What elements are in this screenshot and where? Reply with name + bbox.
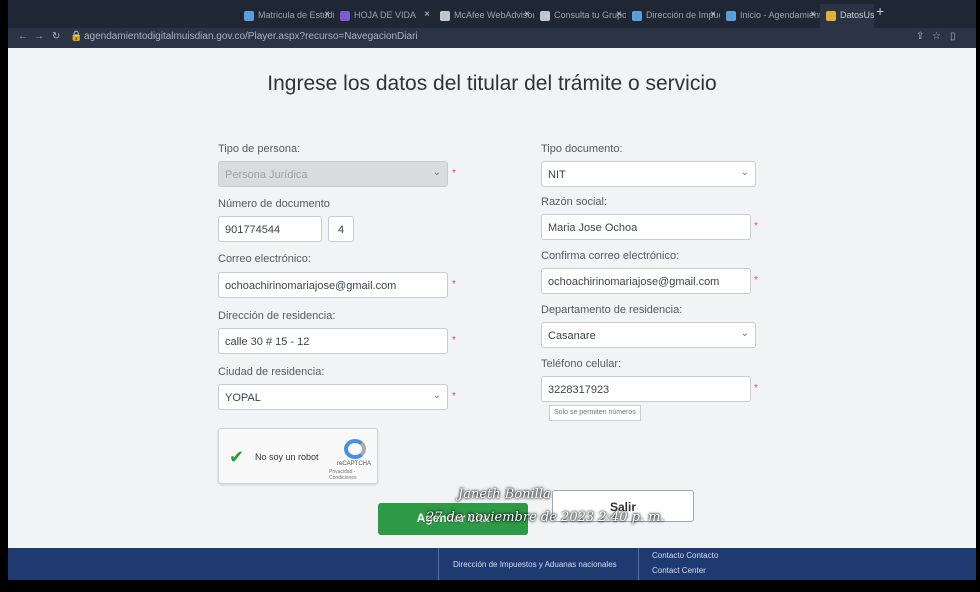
confirma-correo-label: Confirma correo electrónico: — [541, 250, 680, 262]
required-mark: * — [452, 335, 456, 346]
confirma-correo-input[interactable]: ochoachirinomariajose@gmail.com — [541, 268, 751, 294]
required-mark: * — [452, 168, 456, 179]
close-tab-icon[interactable]: × — [324, 9, 330, 20]
razon-social-label: Razón social: — [541, 196, 608, 208]
telefono-label: Teléfono celular: — [541, 358, 622, 370]
back-arrow-icon[interactable]: ← — [18, 31, 28, 42]
numero-documento-label: Número de documento — [218, 198, 330, 210]
direccion-input[interactable]: calle 30 # 15 - 12 — [218, 328, 448, 354]
site-footer: Dirección de Impuestos y Aduanas naciona… — [8, 548, 976, 580]
digito-verificacion-input[interactable]: 4 — [328, 216, 354, 242]
tab-consulta-grupo[interactable]: Consulta tu Grupo Sis× — [534, 4, 626, 28]
bookmark-star-icon[interactable]: ☆ — [932, 31, 941, 42]
razon-social-input[interactable]: Maria Jose Ochoa — [541, 214, 751, 240]
address-bar[interactable]: ← → ↻ 🔒 agendamientodigitalmuisdian.gov.… — [8, 28, 976, 48]
url-text[interactable]: agendamientodigitalmuisdian.gov.co/Playe… — [84, 31, 418, 42]
correo-input[interactable]: ochoachirinomariajose@gmail.com — [218, 272, 448, 298]
ciudad-select[interactable]: YOPAL ⌄ — [218, 384, 448, 410]
checkmark-icon[interactable]: ✔ — [229, 447, 244, 468]
tab-favicon-icon — [826, 11, 836, 21]
tab-mcafee[interactable]: McAfee WebAdvisor × — [434, 4, 534, 28]
forward-arrow-icon[interactable]: → — [34, 31, 44, 42]
tab-favicon-icon — [244, 11, 254, 21]
tab-favicon-icon — [440, 11, 450, 21]
chevron-down-icon: ⌄ — [740, 328, 749, 339]
chevron-down-icon: ⌄ — [432, 390, 441, 401]
tab-favicon-icon — [340, 11, 350, 21]
tab-matricula[interactable]: Matricula de Estudiante× — [238, 4, 334, 28]
share-icon[interactable]: ⇪ — [916, 31, 924, 42]
tipo-persona-select: Persona Jurídica ⌄ — [218, 161, 448, 187]
footer-contact-center-link[interactable]: Contact Center — [652, 566, 706, 575]
tipo-documento-select[interactable]: NIT ⌄ — [541, 161, 756, 187]
side-panel-icon[interactable]: ▯ — [950, 31, 956, 42]
close-tab-icon[interactable]: × — [810, 9, 816, 20]
form-page: Ingrese los datos del titular del trámit… — [8, 48, 976, 548]
tab-favicon-icon — [540, 11, 550, 21]
ciudad-label: Ciudad de residencia: — [218, 366, 325, 378]
close-tab-icon[interactable]: × — [424, 9, 430, 20]
telefono-hint: Solo se permiten números — [549, 405, 641, 421]
tab-favicon-icon — [726, 11, 736, 21]
browser-tab-bar: Matricula de Estudiante× HOJA DE VIDA× M… — [8, 0, 976, 28]
captcha-brand: reCAPTCHA — [337, 461, 372, 467]
footer-divider — [638, 548, 639, 580]
close-tab-icon[interactable]: × — [524, 9, 530, 20]
footer-divider — [438, 548, 439, 580]
footer-dian-link[interactable]: Dirección de Impuestos y Aduanas naciona… — [453, 560, 617, 569]
tipo-persona-label: Tipo de persona: — [218, 143, 301, 155]
departamento-select[interactable]: Casanare ⌄ — [541, 322, 756, 348]
correo-label: Correo electrónico: — [218, 253, 311, 265]
recaptcha-widget: ✔ No soy un robot reCAPTCHA Privacidad -… — [218, 428, 378, 484]
photographed-screen: Matricula de Estudiante× HOJA DE VIDA× M… — [8, 0, 976, 580]
tab-favicon-icon — [632, 11, 642, 21]
telefono-input[interactable]: 3228317923 — [541, 376, 751, 402]
reload-icon[interactable]: ↻ — [52, 31, 60, 42]
tipo-documento-label: Tipo documento: — [541, 143, 623, 155]
required-mark: * — [754, 275, 758, 286]
tab-agendamiento[interactable]: Inicio - Agendamiento × — [720, 4, 820, 28]
watermark-name: Janeth Bonilla — [458, 487, 551, 502]
required-mark: * — [754, 221, 758, 232]
captcha-label: No soy un robot — [255, 452, 319, 462]
page-title: Ingrese los datos del titular del trámit… — [267, 72, 717, 95]
chevron-down-icon: ⌄ — [432, 167, 441, 178]
chevron-down-icon: ⌄ — [740, 167, 749, 178]
required-mark: * — [452, 279, 456, 290]
watermark-date: 27 de noviembre de 2023 2:40 p. m. — [426, 510, 665, 525]
departamento-label: Departamento de residencia: — [541, 304, 683, 316]
tab-datos-usuario[interactable]: DatosUsuario — [820, 4, 874, 28]
direccion-label: Dirección de residencia: — [218, 310, 336, 322]
lock-icon: 🔒 — [70, 31, 83, 42]
close-tab-icon[interactable]: × — [616, 9, 622, 20]
required-mark: * — [754, 383, 758, 394]
footer-contacto-title: Contacto Contacto — [652, 551, 719, 560]
close-tab-icon[interactable]: × — [710, 9, 716, 20]
captcha-terms[interactable]: Privacidad - Condiciones — [329, 469, 377, 481]
new-tab-button[interactable]: + — [876, 3, 884, 19]
recaptcha-logo-icon — [344, 439, 366, 459]
required-mark: * — [452, 391, 456, 402]
numero-documento-input[interactable]: 901774544 — [218, 216, 322, 242]
tab-direccion-impuestos[interactable]: Dirección de Impuesto× — [626, 4, 720, 28]
tab-hoja-de-vida[interactable]: HOJA DE VIDA × — [334, 4, 434, 28]
